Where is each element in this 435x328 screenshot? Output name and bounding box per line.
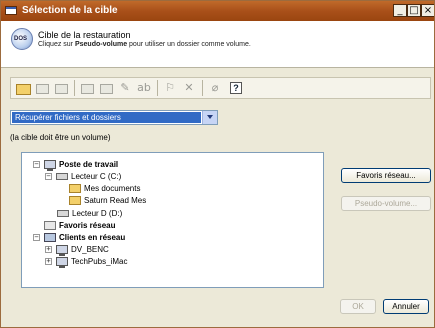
tree-item-dv-benc[interactable]: + DV_BENC xyxy=(45,244,109,256)
pseudo-volume-button[interactable]: Pseudo-volume... xyxy=(341,196,431,211)
flag-icon[interactable]: ⚐ xyxy=(162,81,178,95)
folder-icon xyxy=(69,184,81,193)
tree-item-label: TechPubs_iMac xyxy=(71,257,128,266)
restore-mode-select[interactable]: Récupérer fichiers et dossiers xyxy=(10,110,218,125)
computer-icon xyxy=(56,245,68,256)
drive-icon xyxy=(57,210,69,217)
toolbar: ✎ ab ⚐ ✕ ⌀ ? xyxy=(10,77,431,99)
tree-item-label: Poste de travail xyxy=(59,160,119,169)
toolbar-separator xyxy=(74,80,75,96)
tree-item-clients[interactable]: − Clients en réseau xyxy=(33,232,125,243)
new-folder-icon[interactable] xyxy=(15,81,31,95)
tree-item-saturn[interactable]: Saturn Read Mes xyxy=(69,195,146,206)
tree-item-label: Lecteur C (C:) xyxy=(71,172,122,181)
delete-icon[interactable]: ✕ xyxy=(181,81,197,95)
header-panel: Cible de la restauration Cliquez sur Pse… xyxy=(1,21,434,67)
target-note: (la cible doit être un volume) xyxy=(10,133,111,142)
computer-icon xyxy=(44,160,56,171)
tree-item-mes-documents[interactable]: Mes documents xyxy=(69,183,140,194)
new-item-icon[interactable] xyxy=(98,81,114,95)
edit-icon[interactable]: ⌀ xyxy=(207,81,223,95)
toolbar-separator xyxy=(202,80,203,96)
collapse-icon[interactable]: − xyxy=(33,234,40,241)
tree-item-label: DV_BENC xyxy=(71,245,109,254)
rename-icon[interactable]: ab xyxy=(136,81,152,95)
window-title: Sélection de la cible xyxy=(22,5,118,16)
toolbar-separator xyxy=(157,80,158,96)
close-button[interactable]: × xyxy=(421,4,434,17)
tree-item-drive-c[interactable]: − Lecteur C (C:) xyxy=(45,171,121,182)
dialog-window: Sélection de la cible _ □ × Cible de la … xyxy=(0,0,435,328)
header-title: Cible de la restauration xyxy=(38,30,131,40)
tree-item-drive-d[interactable]: Lecteur D (D:) xyxy=(57,208,122,219)
folder-icon xyxy=(69,196,81,205)
network-places-icon xyxy=(44,221,56,230)
tree-item-label: Favoris réseau xyxy=(59,221,116,230)
network-clients-icon xyxy=(44,233,56,242)
expand-icon[interactable]: + xyxy=(45,258,52,265)
expand-icon[interactable]: + xyxy=(45,246,52,253)
favoris-reseau-button[interactable]: Favoris réseau... xyxy=(341,168,431,183)
tree-item-label: Clients en réseau xyxy=(59,233,126,242)
chevron-down-icon[interactable] xyxy=(202,111,217,124)
properties-icon[interactable] xyxy=(79,81,95,95)
window-icon xyxy=(5,6,17,15)
ok-button[interactable]: OK xyxy=(340,299,376,314)
tree-item-label: Lecteur D (D:) xyxy=(72,209,123,218)
collapse-icon[interactable]: − xyxy=(33,161,40,168)
label-icon[interactable]: ✎ xyxy=(117,81,133,95)
minimize-button[interactable]: _ xyxy=(393,4,407,17)
tree-item-favoris[interactable]: Favoris réseau xyxy=(44,220,115,231)
tree-item-label: Saturn Read Mes xyxy=(84,196,147,205)
computer-icon xyxy=(56,257,68,268)
header-subtitle: Cliquez sur Pseudo-volume pour utiliser … xyxy=(38,41,251,48)
title-bar[interactable]: Sélection de la cible _ □ × xyxy=(1,1,434,21)
collapse-icon[interactable]: − xyxy=(45,173,52,180)
maximize-button[interactable]: □ xyxy=(407,4,421,17)
restore-target-icon xyxy=(11,28,33,50)
folder-icon[interactable] xyxy=(53,81,69,95)
folder-up-icon[interactable] xyxy=(34,81,50,95)
drive-icon xyxy=(56,173,68,180)
target-tree[interactable]: − Poste de travail − Lecteur C (C:) Mes … xyxy=(21,152,324,288)
header-divider xyxy=(1,67,434,68)
tree-item-label: Mes documents xyxy=(84,184,141,193)
tree-item-techpubs[interactable]: + TechPubs_iMac xyxy=(45,256,128,268)
help-icon[interactable]: ? xyxy=(230,82,242,94)
cancel-button[interactable]: Annuler xyxy=(383,299,429,314)
tree-item-poste[interactable]: − Poste de travail xyxy=(33,159,119,171)
select-value: Récupérer fichiers et dossiers xyxy=(12,112,201,123)
